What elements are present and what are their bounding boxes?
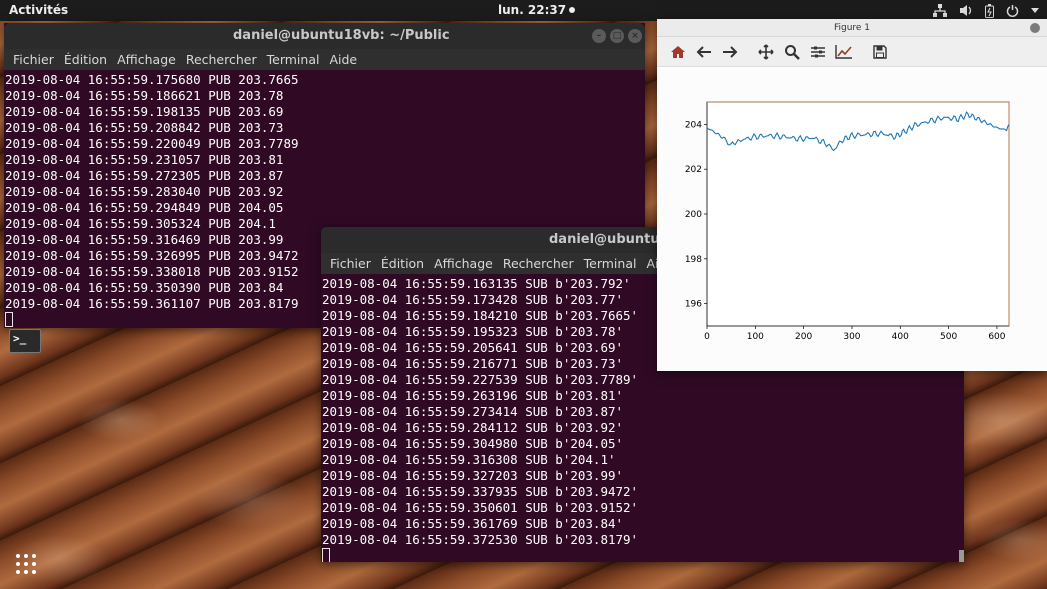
menu-rechercher[interactable]: Rechercher [498, 256, 579, 271]
output-line: 2019-08-04 16:55:59.208842 PUB 203.73 [5, 120, 284, 135]
output-line: 2019-08-04 16:55:59.175680 PUB 203.7665 [5, 72, 299, 87]
menu-aide[interactable]: Aide [324, 52, 362, 67]
plot-area [706, 101, 1010, 327]
output-line: 2019-08-04 16:55:59.294849 PUB 204.05 [5, 200, 284, 215]
output-line: 2019-08-04 16:55:59.263196 SUB b'203.81' [322, 388, 624, 403]
output-line: 2019-08-04 16:55:59.337935 SUB b'203.947… [322, 484, 639, 499]
top-bar: Activités lun. 22:37 [0, 0, 1047, 21]
terminal-menubar: Fichier Édition Affichage Rechercher Ter… [4, 49, 645, 70]
y-tick-label: 200 [685, 210, 702, 220]
terminal-launcher-icon[interactable]: >_ [9, 329, 41, 353]
close-icon[interactable] [1030, 23, 1040, 33]
menu-rechercher[interactable]: Rechercher [181, 52, 262, 67]
pan-icon[interactable] [755, 41, 777, 63]
edit-axes-icon[interactable] [833, 41, 855, 63]
output-line: 2019-08-04 16:55:59.227539 SUB b'203.778… [322, 372, 639, 387]
output-line: 2019-08-04 16:55:59.198135 PUB 203.69 [5, 104, 284, 119]
output-line: 2019-08-04 16:55:59.284112 SUB b'203.92' [322, 420, 624, 435]
output-line: 2019-08-04 16:55:59.220049 PUB 203.7789 [5, 136, 299, 151]
power-icon [1006, 5, 1019, 17]
output-line: 2019-08-04 16:55:59.231057 PUB 203.81 [5, 152, 284, 167]
x-tick-label: 0 [704, 332, 710, 342]
x-tick-label: 600 [988, 332, 1005, 342]
show-applications-icon[interactable] [14, 552, 38, 576]
volume-icon [960, 5, 972, 16]
terminal-titlebar[interactable]: daniel@ubuntu18vb: ~/Public – □ × [4, 23, 645, 49]
subplots-icon[interactable] [807, 41, 829, 63]
x-tick-label: 300 [843, 332, 860, 342]
figure-title: Figure 1 [833, 23, 871, 33]
terminal-cursor [322, 548, 330, 562]
plot-canvas[interactable]: 0 100 200 300 400 500 600 196 198 200 202 204 [657, 68, 1047, 371]
menu-edition[interactable]: Édition [59, 52, 112, 67]
battery-icon [985, 3, 994, 18]
figure-window[interactable]: Figure 1 0 100 200 300 400 500 600 196 198 200 202… [657, 19, 1047, 371]
zoom-icon[interactable] [781, 41, 803, 63]
terminal-cursor [5, 312, 13, 327]
y-tick-label: 198 [685, 255, 702, 265]
output-line: 2019-08-04 16:55:59.327203 SUB b'203.99' [322, 468, 624, 483]
menu-affichage[interactable]: Affichage [429, 256, 498, 271]
forward-arrow-icon[interactable] [719, 41, 741, 63]
close-icon[interactable]: × [628, 29, 642, 43]
output-line: 2019-08-04 16:55:59.316308 SUB b'204.1' [322, 452, 616, 467]
clock[interactable]: lun. 22:37 [498, 3, 576, 17]
home-icon[interactable] [667, 41, 689, 63]
figure-toolbar [657, 37, 1047, 67]
output-line: 2019-08-04 16:55:59.304980 SUB b'204.05' [322, 436, 624, 451]
line-chart: 0 100 200 300 400 500 600 196 198 200 202 204 [685, 101, 1010, 342]
menu-terminal[interactable]: Terminal [262, 52, 325, 67]
output-line: 2019-08-04 16:55:59.283040 PUB 203.92 [5, 184, 284, 199]
x-tick-label: 200 [795, 332, 812, 342]
clock-label: lun. 22:37 [498, 3, 567, 17]
save-icon[interactable] [869, 41, 891, 63]
maximize-icon[interactable]: □ [610, 29, 624, 43]
menu-edition[interactable]: Édition [376, 256, 429, 271]
output-line: 2019-08-04 16:55:59.186621 PUB 203.78 [5, 88, 284, 103]
activities-button[interactable]: Activités [9, 3, 68, 17]
output-line: 2019-08-04 16:55:59.372530 SUB b'203.817… [322, 532, 639, 547]
y-tick-label: 202 [685, 165, 702, 175]
system-tray[interactable] [933, 2, 1039, 19]
menu-fichier[interactable]: Fichier [325, 256, 376, 271]
output-line: 2019-08-04 16:55:59.272305 PUB 203.87 [5, 168, 284, 183]
scrollbar-thumb[interactable] [959, 550, 964, 562]
output-line: 2019-08-04 16:55:59.361769 SUB b'203.84' [322, 516, 624, 531]
window-title: daniel@ubuntu18vb: ~/Public [233, 28, 450, 43]
menu-fichier[interactable]: Fichier [8, 52, 59, 67]
chevron-down-icon [1031, 7, 1039, 13]
x-tick-label: 100 [747, 332, 764, 342]
notification-dot-icon [569, 7, 576, 13]
output-line: 2019-08-04 16:55:59.273414 SUB b'203.87' [322, 404, 624, 419]
window-controls: – □ × [592, 29, 642, 43]
menu-affichage[interactable]: Affichage [112, 52, 181, 67]
x-tick-label: 500 [940, 332, 957, 342]
figure-titlebar[interactable]: Figure 1 [657, 19, 1047, 37]
back-arrow-icon[interactable] [693, 41, 715, 63]
x-tick-label: 400 [892, 332, 909, 342]
y-tick-label: 204 [685, 120, 702, 130]
output-line: 2019-08-04 16:55:59.350601 SUB b'203.915… [322, 500, 639, 515]
network-icon [933, 4, 947, 17]
minimize-icon[interactable]: – [592, 29, 606, 43]
y-tick-label: 196 [685, 300, 702, 310]
menu-terminal[interactable]: Terminal [579, 256, 642, 271]
